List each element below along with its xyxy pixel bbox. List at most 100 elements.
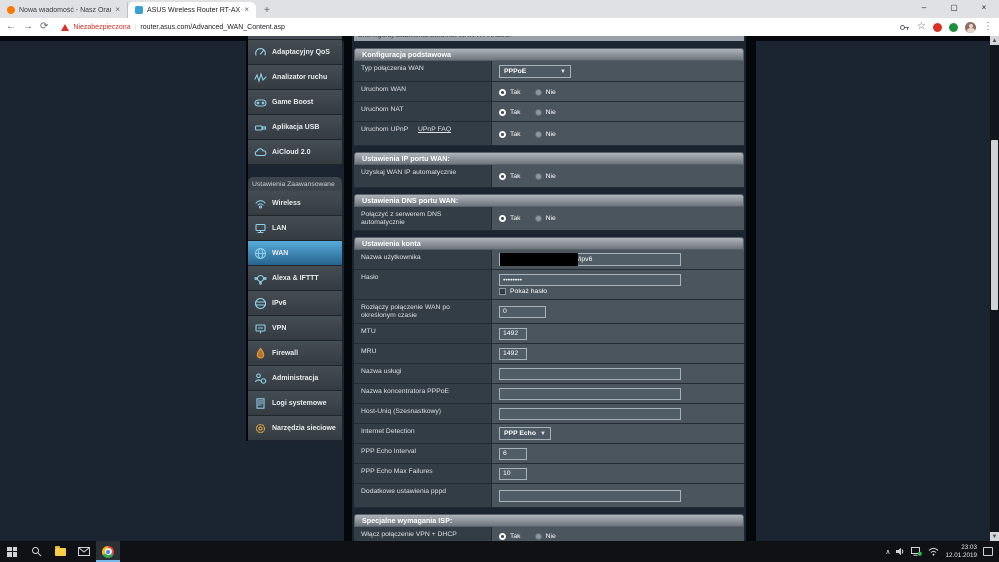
pppoe-ac-name-input[interactable] [499, 388, 681, 400]
url-input[interactable]: Niezabezpieczona | router.asus.com/Advan… [55, 21, 892, 34]
forward-icon[interactable]: → [23, 22, 33, 32]
ppp-echo-interval-input[interactable] [499, 448, 527, 460]
close-icon[interactable]: × [244, 6, 249, 14]
taskbar-chrome-button[interactable] [96, 541, 120, 562]
scroll-down-icon[interactable]: ▼ [990, 532, 999, 541]
scrollbar-thumb[interactable] [991, 140, 998, 310]
radio-nie[interactable] [535, 109, 542, 116]
taskbar-search-button[interactable] [24, 541, 48, 562]
service-name-input[interactable] [499, 368, 681, 380]
internet-detection-select[interactable]: PPP Echo ▼ [499, 427, 551, 440]
username-input[interactable]: /ipv6 [499, 253, 681, 266]
row-typ-polaczenia: Typ połączenia WAN PPPoE ▼ [354, 61, 744, 82]
close-icon[interactable]: × [115, 6, 120, 14]
gauge-icon [253, 45, 267, 59]
sidebar-item-wireless[interactable]: Wireless [248, 191, 342, 216]
taskbar-file-explorer-button[interactable] [48, 541, 72, 562]
window-maximize-button[interactable]: ▢ [939, 0, 969, 14]
adblock-extension-icon[interactable] [933, 23, 942, 32]
window-close-button[interactable]: × [969, 0, 999, 14]
url-text[interactable]: router.asus.com/Advanced_WAN_Content.asp [140, 24, 284, 31]
taskbar-mail-button[interactable] [72, 541, 96, 562]
wan-connection-type-select[interactable]: PPPoE ▼ [499, 65, 571, 78]
show-password-checkbox[interactable] [499, 288, 506, 295]
upnp-faq-link[interactable]: UPnP FAQ [418, 126, 451, 133]
sidebar-item-narzedzia-sieciowe[interactable]: Narzędzia sieciowe [248, 416, 342, 441]
field-label: Dodatkowe ustawienia pppd [354, 484, 492, 507]
ppp-echo-max-failures-input[interactable] [499, 468, 527, 480]
start-button[interactable] [0, 541, 24, 562]
password-key-icon[interactable] [899, 22, 910, 33]
radio-nie[interactable] [535, 131, 542, 138]
sidebar-item-logi-systemowe[interactable]: Logi systemowe [248, 391, 342, 416]
taskbar: ∧ 23:03 12.01.2019 [0, 541, 999, 562]
sidebar-item-firewall[interactable]: Firewall [248, 341, 342, 366]
radio-label: Tak [510, 89, 521, 96]
back-icon[interactable]: ← [6, 22, 16, 32]
host-uniq-input[interactable] [499, 408, 681, 420]
field-label: Nazwa użytkownika [354, 250, 492, 269]
page-scrollbar[interactable]: ▲ ▼ [990, 36, 999, 541]
radio-tak[interactable] [499, 131, 506, 138]
radio-nie[interactable] [535, 215, 542, 222]
menu-icon[interactable]: ⋮ [983, 22, 993, 32]
sidebar-item-administracja[interactable]: Administracja [248, 366, 342, 391]
mru-input[interactable] [499, 348, 527, 360]
row-internet-detection: Internet Detection PPP Echo ▼ [354, 424, 744, 444]
notification-center-icon[interactable] [983, 547, 993, 556]
window-minimize-button[interactable]: – [909, 0, 939, 14]
sidebar-item-analizator-ruchu[interactable]: Analizator ruchu [248, 65, 342, 90]
sidebar-item-wan[interactable]: WAN [248, 241, 342, 266]
taskbar-clock[interactable]: 23:03 12.01.2019 [945, 544, 977, 560]
radio-nie[interactable] [535, 89, 542, 96]
extension-icon[interactable] [949, 23, 958, 32]
show-password-label: Pokaż hasło [510, 288, 547, 295]
profile-avatar[interactable] [965, 22, 976, 33]
not-secure-warning-icon[interactable] [61, 24, 69, 31]
password-field[interactable] [499, 274, 681, 286]
radio-tak[interactable] [499, 173, 506, 180]
alexa-ifttt-icon [253, 271, 267, 285]
field-label: PPP Echo Max Failures [354, 464, 492, 483]
radio-tak[interactable] [499, 533, 506, 540]
sidebar-item-game-boost[interactable]: Game Boost [248, 90, 342, 115]
pppd-options-input[interactable] [499, 490, 681, 502]
sidebar-item-label: Alexa & IFTTT [272, 275, 319, 282]
sidebar-item-label: VPN [272, 325, 286, 332]
radio-tak[interactable] [499, 89, 506, 96]
radio-nie[interactable] [535, 533, 542, 540]
sidebar-item-ipv6[interactable]: IPv6 [248, 291, 342, 316]
radio-tak[interactable] [499, 215, 506, 222]
field-label: Nazwa usługi [354, 364, 492, 383]
row-host-uniq: Host-Uniq (Szesnastkowy) [354, 404, 744, 424]
sidebar-item-alexa-ifttt[interactable]: Alexa & IFTTT [248, 266, 342, 291]
sidebar-item-label: LAN [272, 225, 286, 232]
row-koncentrator: Nazwa koncentratora PPPoE [354, 384, 744, 404]
row-vpn-dhcp: Włącz połączenie VPN + DHCP Tak Nie [354, 527, 744, 541]
not-secure-label[interactable]: Niezabezpieczona [73, 24, 130, 31]
sidebar-item-aplikacja-usb[interactable]: Aplikacja USB [248, 115, 342, 140]
radio-tak[interactable] [499, 109, 506, 116]
bookmark-star-icon[interactable]: ☆ [917, 22, 926, 32]
scroll-up-icon[interactable]: ▲ [990, 36, 999, 45]
tab-asus-router[interactable]: ASUS Wireless Router RT-AX88U × [128, 2, 256, 18]
wifi-icon[interactable] [928, 547, 939, 556]
mtu-input[interactable] [499, 328, 527, 340]
sidebar-item-adaptacyjny-qos[interactable]: Adaptacyjny QoS [248, 40, 342, 65]
tab-orange-mail[interactable]: Nowa wiadomość - Nasz Orange × [0, 2, 128, 18]
sidebar-item-aicloud[interactable]: AiCloud 2.0 [248, 140, 342, 165]
speaker-icon[interactable] [896, 547, 905, 556]
sidebar-item-label: Wireless [272, 200, 301, 207]
sidebar-item-label: Firewall [272, 350, 298, 357]
sidebar-item-lan[interactable]: LAN [248, 216, 342, 241]
idle-disconnect-input[interactable] [499, 306, 546, 318]
clock-date: 12.01.2019 [945, 552, 977, 560]
sidebar-item-vpn[interactable]: VPN [248, 316, 342, 341]
new-tab-button[interactable]: + [256, 2, 278, 18]
radio-nie[interactable] [535, 173, 542, 180]
radio-label: Tak [510, 215, 521, 222]
network-icon[interactable] [911, 547, 922, 556]
tray-chevron-up-icon[interactable]: ∧ [885, 548, 890, 556]
row-dns-auto: Połączyć z serwerem DNS automatycznie Ta… [354, 207, 744, 231]
reload-icon[interactable]: ⟳ [40, 22, 48, 32]
